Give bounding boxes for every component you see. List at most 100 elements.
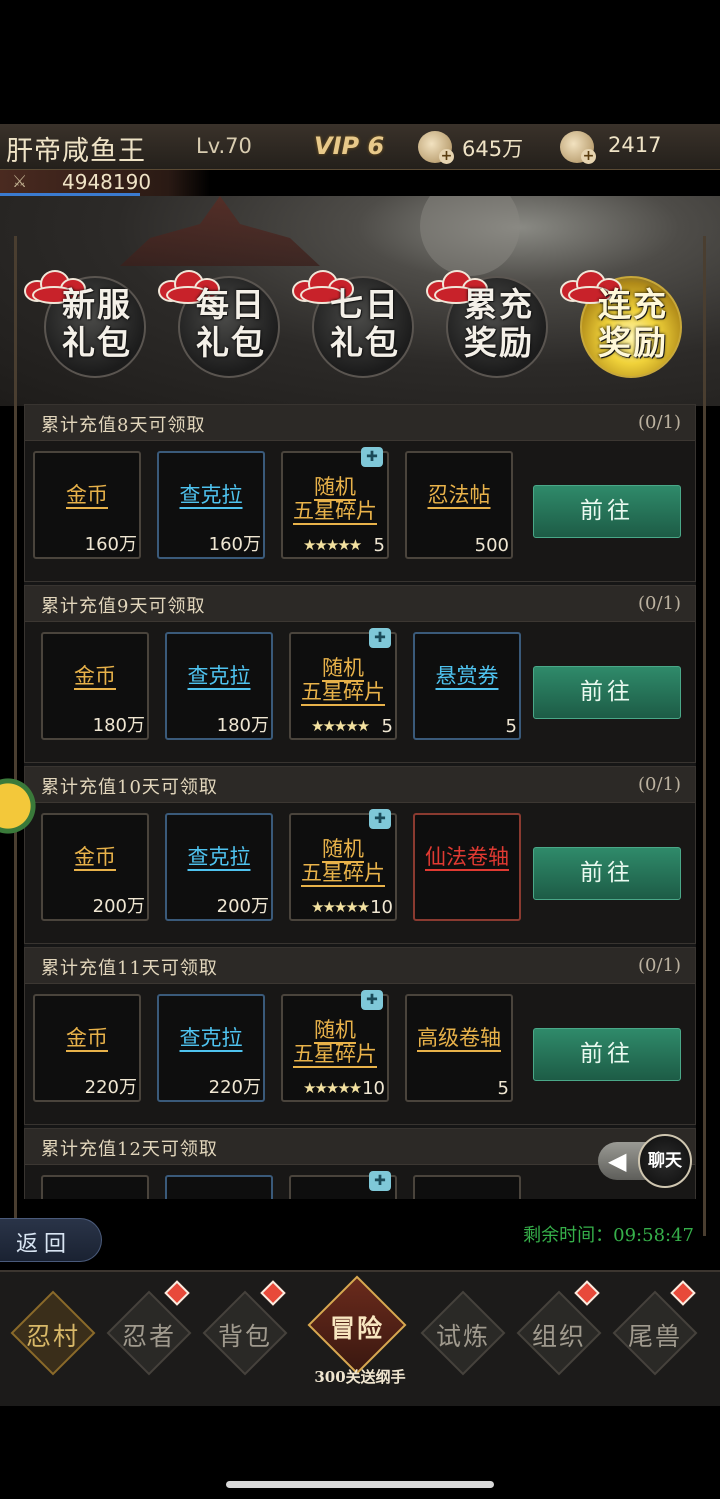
player-level: Lv.70 [196,134,252,158]
moon [420,196,520,276]
chat-button[interactable]: ◀ 聊天 [598,1134,696,1188]
section-header: 累计充值10天可领取 (0/1) [25,767,695,803]
item-name: 随机 五星碎片 [301,656,385,704]
notification-badge-icon [574,1280,600,1306]
go-button[interactable]: 前往 [533,847,681,900]
tab-label: 累充 奖励 [464,285,534,362]
puzzle-piece-icon: ✚ [369,628,391,648]
tab-4[interactable]: 累充 奖励 [426,270,548,378]
tab-3[interactable]: 七日 礼包 [292,270,414,378]
tab-1[interactable]: 新服 礼包 [24,270,146,378]
item-quantity: 10 [370,897,393,918]
item-quantity: 10 [362,1078,385,1099]
adventure-subtitle: 300关送纲手 [314,1368,406,1386]
item-name: 查克拉 [187,664,251,688]
reward-item[interactable]: 随机 五星碎片 ★★★★★ 5 ✚ [289,628,397,740]
section-title: 累计充值10天可领取 [41,777,218,798]
reward-item[interactable]: 随机 五星碎片 ★★★★★ 10 ✚ [281,990,389,1102]
section-header: 累计充值8天可领取 (0/1) [25,405,695,441]
reward-item[interactable]: 金币 220万 [33,994,141,1102]
reward-item[interactable]: 随机 五星碎片 ★★★★★ 5 ✚ [281,447,389,559]
reward-list[interactable]: 累计充值8天可领取 (0/1) 金币 160万 查克拉 160万 随机 五星碎片 ★★★★★ 5… [24,404,696,1199]
item-name: 随机 五星碎片 [293,475,377,523]
section-title: 累计充值12天可领取 [41,1139,218,1160]
reward-item[interactable]: 金币 180万 [41,632,149,740]
item-name: 金币 [74,845,116,869]
item-quantity: 200万 [216,896,269,917]
nav-label: 冒险 [329,1314,384,1343]
tab-label: 七日 礼包 [330,285,400,362]
coin-plus-icon[interactable]: + [418,131,454,164]
reward-item[interactable]: 仙法卷轴 [413,813,521,921]
nav-item-2[interactable]: 忍者 [106,1280,192,1376]
frame-right [703,236,706,1236]
reward-item[interactable]: 金币 200万 [41,813,149,921]
reward-section: 累计充值9天可领取 (0/1) 金币 180万 查克拉 180万 随机 五星碎片 ★★★★★ 5… [24,585,696,763]
item-quantity: 5 [373,535,385,556]
item-quantity: 220万 [208,1077,261,1098]
tab-5[interactable]: 连充 奖励 [560,270,682,378]
combat-power: ⚔ 4948190 [0,170,210,196]
item-quantity: 5 [497,1078,509,1099]
nav-item-6[interactable]: 组织 [516,1280,602,1376]
star-rating: ★★★★★ [311,717,370,735]
item-quantity: 500 [474,535,509,556]
nav-item-7[interactable]: 尾兽 [612,1280,698,1376]
go-button[interactable]: 前往 [533,666,681,719]
tab-label: 连充 奖励 [598,285,668,362]
nav-item-3[interactable]: 背包 [202,1280,288,1376]
reward-item[interactable]: 查克拉 200万 [165,813,273,921]
vip-badge[interactable]: VIP 6 [314,132,384,160]
item-name: 金币 [66,1026,108,1050]
reward-item[interactable]: 悬赏券 5 [413,632,521,740]
chat-label[interactable]: 聊天 [638,1134,692,1188]
reward-item[interactable] [41,1175,149,1199]
section-progress: (0/1) [637,593,681,614]
item-name: 随机 五星碎片 [293,1018,377,1066]
item-name: 查克拉 [187,845,251,869]
reward-item[interactable]: 金币 160万 [33,451,141,559]
tab-2[interactable]: 每日 礼包 [158,270,280,378]
item-quantity: 5 [505,716,517,737]
player-name[interactable]: 肝帝咸鱼王 [6,129,146,168]
reward-item[interactable]: 忍法帖 500 [405,451,513,559]
reward-section: 累计充值12天可领取 ✚ [24,1128,696,1199]
ingot-plus-icon[interactable]: + [560,131,596,164]
item-name: 高级卷轴 [417,1026,501,1050]
go-button[interactable]: 前往 [533,1028,681,1081]
nav-item-4[interactable]: 冒险 [307,1275,407,1375]
coin-amount: 645万 [462,137,524,161]
item-name: 查克拉 [179,1026,243,1050]
reward-item[interactable] [165,1175,273,1199]
item-name: 仙法卷轴 [425,845,509,869]
tab-label: 每日 礼包 [196,285,266,362]
reward-section: 累计充值11天可领取 (0/1) 金币 220万 查克拉 220万 随机 五星碎片 ★★★★★… [24,947,696,1125]
reward-item[interactable]: 随机 五星碎片 ★★★★★ 10 ✚ [289,809,397,921]
star-rating: ★★★★★ [303,1079,362,1097]
notification-badge-icon [164,1280,190,1306]
item-quantity: 200万 [92,896,145,917]
item-quantity: 180万 [92,715,145,736]
puzzle-piece-icon: ✚ [369,1171,391,1191]
nav-item-1[interactable]: 忍村 [10,1290,96,1376]
reward-item[interactable]: 查克拉 180万 [165,632,273,740]
go-button[interactable]: 前往 [533,485,681,538]
event-mascot-icon[interactable] [0,768,40,844]
item-name: 忍法帖 [427,483,491,507]
section-title: 累计充值9天可领取 [41,596,206,617]
section-progress: (0/1) [637,774,681,795]
remaining-time: 剩余时间：09:58:47 [523,1225,694,1246]
reward-item[interactable]: ✚ [289,1171,397,1199]
reward-item[interactable]: 高级卷轴 5 [405,994,513,1102]
back-button[interactable]: 返回 [0,1218,102,1262]
puzzle-piece-icon: ✚ [361,447,383,467]
reward-item[interactable] [413,1175,521,1199]
nav-label: 忍村 [25,1322,80,1351]
nav-item-5[interactable]: 试炼 [420,1290,506,1376]
reward-item[interactable]: 查克拉 160万 [157,451,265,559]
nav-label: 试炼 [435,1322,490,1351]
nav-label: 背包 [217,1322,272,1351]
item-name: 悬赏券 [435,664,499,688]
home-indicator[interactable] [226,1481,494,1488]
reward-item[interactable]: 查克拉 220万 [157,994,265,1102]
